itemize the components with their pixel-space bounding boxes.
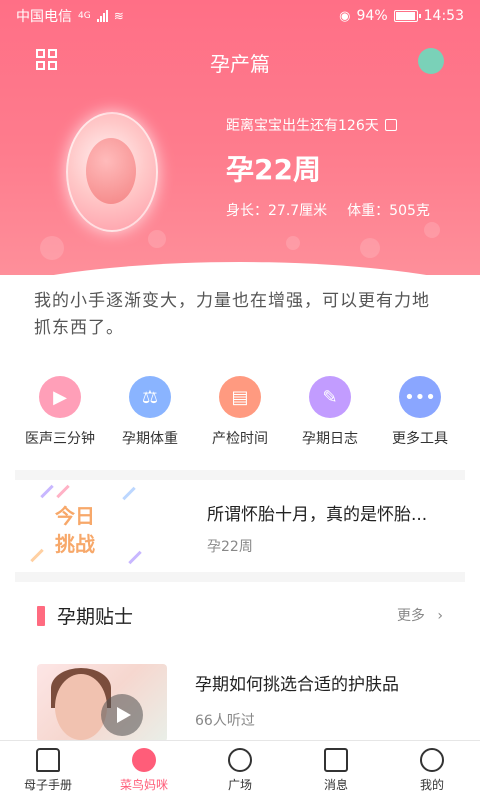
tool-grid: ▶ 医声三分钟 ⚖ 孕期体重 ▤ 产检时间 ✎ 孕期日志 ••• 更多工具: [15, 376, 465, 448]
fetal-length: 身长：27.7厘米: [226, 203, 328, 219]
badge-line-1: 今日: [55, 504, 95, 528]
badge-line-2: 挑战: [55, 532, 95, 556]
profile-icon: [420, 748, 444, 772]
carrier-label: 中国电信: [16, 9, 72, 25]
challenge-week: 孕22周: [207, 539, 253, 555]
article-title: 孕期如何挑选合适的护肤品: [195, 675, 399, 695]
section-divider: [15, 572, 465, 582]
page-title: 孕产篇: [210, 51, 270, 76]
article-listen-count: 66人听过: [195, 713, 255, 729]
clock: 14:53: [423, 8, 464, 24]
status-bar: 中国电信 4G ≋ ◉ 94% 14:53: [0, 0, 480, 32]
eye-icon: ◉: [339, 8, 351, 24]
challenge-title: 所谓怀胎十月，真的是怀胎...: [207, 505, 428, 525]
article-thumbnail: [37, 664, 167, 742]
tool-more[interactable]: ••• 更多工具: [375, 376, 465, 448]
tool-pregnancy-weight[interactable]: ⚖ 孕期体重: [105, 376, 195, 448]
countdown-label: 距离宝宝出生还有126天: [226, 118, 379, 134]
scale-icon: ⚖: [129, 376, 171, 418]
heart-icon: [132, 748, 156, 772]
home-icon: [36, 748, 60, 772]
nav-square[interactable]: 广场: [192, 741, 288, 800]
nav-handbook[interactable]: 母子手册: [0, 741, 96, 800]
pregnancy-week: 孕22周: [226, 153, 321, 186]
nav-messages[interactable]: 消息: [288, 741, 384, 800]
nav-newbie-mom[interactable]: 菜鸟妈咪: [96, 741, 192, 800]
section-marker: [37, 606, 45, 626]
fetal-weight: 体重：505克: [347, 203, 430, 219]
tips-header: 孕期贴士 更多 ›: [15, 600, 465, 630]
fetal-measurements: 身长：27.7厘米 体重：505克: [226, 200, 430, 220]
battery-icon: [393, 10, 421, 22]
baby-message: 我的小手逐渐变大，力量也在增强，可以更有力地抓东西了。: [34, 291, 430, 338]
battery-percent: 94%: [356, 8, 388, 24]
more-icon: •••: [399, 376, 441, 418]
play-icon[interactable]: [101, 694, 143, 736]
app-screen: 中国电信 4G ≋ ◉ 94% 14:53 孕产篇 距离宝宝出生还有126天 孕…: [0, 0, 480, 800]
edit-icon[interactable]: [384, 119, 397, 131]
embryo-illustration: [66, 112, 158, 232]
message-icon: [324, 748, 348, 772]
network-label: 4G: [78, 11, 91, 21]
daily-challenge-badge: 今日 挑战: [25, 482, 145, 570]
daily-challenge-card[interactable]: 今日 挑战 所谓怀胎十月，真的是怀胎... 孕22周: [15, 482, 465, 572]
chevron-right-icon: ›: [437, 608, 443, 624]
tips-title: 孕期贴士: [57, 606, 134, 628]
tool-pregnancy-diary[interactable]: ✎ 孕期日志: [285, 376, 375, 448]
tip-article[interactable]: 孕期如何挑选合适的护肤品 66人听过: [15, 664, 465, 744]
tips-more-link[interactable]: 更多 ›: [397, 605, 443, 625]
bottom-nav: 母子手册 菜鸟妈咪 广场 消息 我的: [0, 740, 480, 800]
nav-profile[interactable]: 我的: [384, 741, 480, 800]
calendar-icon: ▤: [219, 376, 261, 418]
video-icon: ▶: [39, 376, 81, 418]
wifi-icon: ≋: [113, 9, 124, 23]
pen-icon: ✎: [309, 376, 351, 418]
tool-voice-three-minutes[interactable]: ▶ 医声三分钟: [15, 376, 105, 448]
due-countdown[interactable]: 距离宝宝出生还有126天: [226, 115, 397, 135]
compass-icon: [228, 748, 252, 772]
mascot-avatar-icon[interactable]: [418, 48, 444, 74]
section-divider: [15, 470, 465, 480]
signal-icon: [96, 10, 108, 22]
tool-checkup-time[interactable]: ▤ 产检时间: [195, 376, 285, 448]
